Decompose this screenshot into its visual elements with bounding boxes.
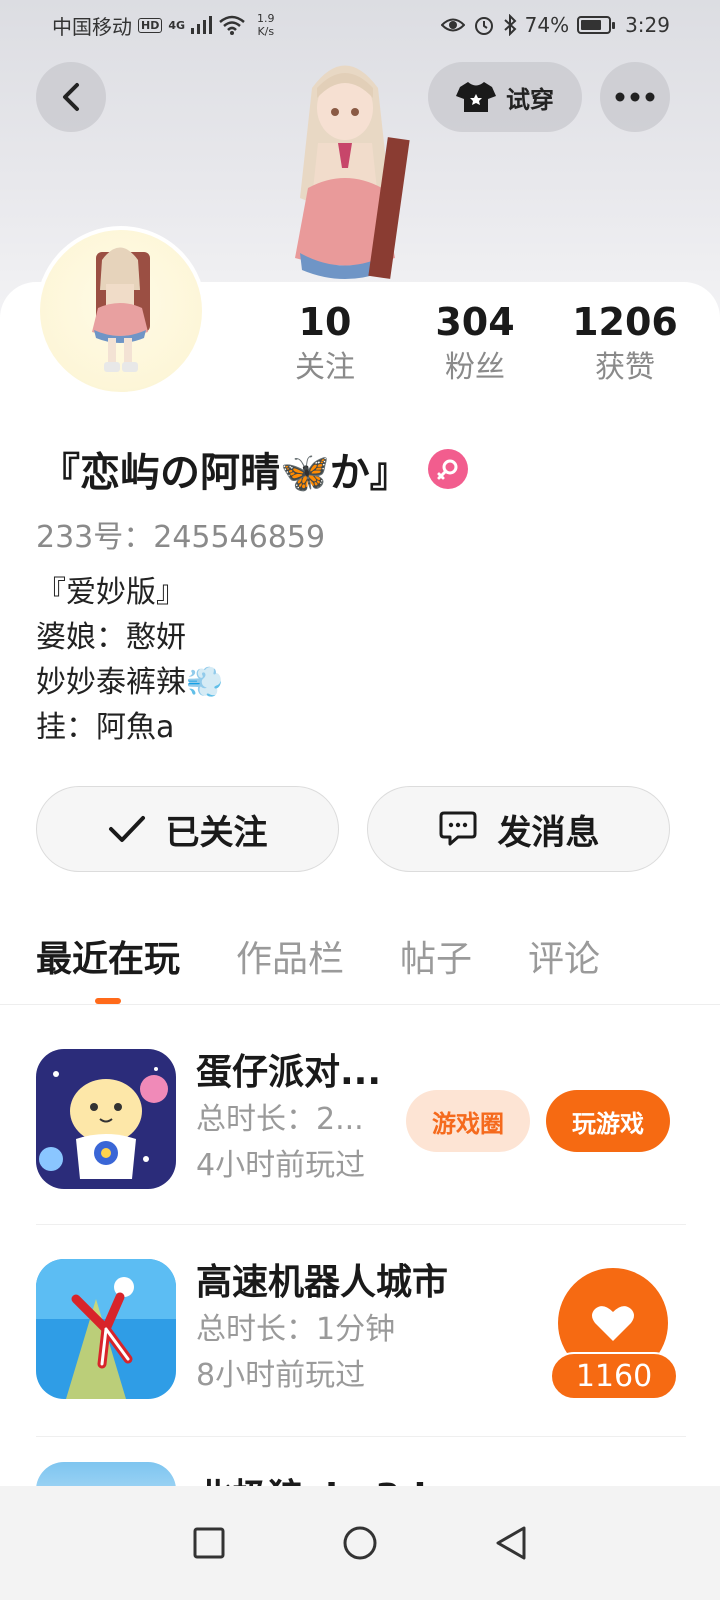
tab-recently-played[interactable]: 最近在玩	[36, 930, 180, 982]
stat-following[interactable]: 10 关注	[250, 298, 400, 390]
game-info: 蛋仔派对... 总时长：2... 4小时前玩过	[196, 1049, 392, 1189]
speed-value: 1.9	[257, 12, 275, 25]
profile-tabs: 最近在玩 作品栏 帖子 评论	[36, 930, 686, 982]
try-on-label: 试穿	[506, 85, 554, 114]
carrier-label: 中国移动	[52, 14, 132, 39]
following-count: 10	[298, 300, 352, 344]
username-row: 『恋屿の阿晴🦋か』	[40, 440, 468, 498]
tab-posts[interactable]: 帖子	[400, 930, 472, 982]
bio-line: 妙妙泰裤辣💨	[36, 665, 224, 700]
bio-line: 『爱妙版』	[36, 575, 186, 610]
check-icon	[108, 816, 145, 842]
followed-label: 已关注	[165, 812, 268, 853]
profile-stats: 10 关注 304 粉丝 1206 获赞	[250, 298, 700, 390]
wifi-icon	[219, 15, 245, 35]
bio-line: 挂：阿魚a	[36, 710, 175, 745]
game-info: 高速机器人城市 总时长：1分钟 8小时前玩过	[196, 1259, 536, 1399]
game-last-played: 4小时前玩过	[196, 1148, 366, 1183]
game-duration: 总时长：2...	[196, 1102, 364, 1137]
following-label: 关注	[295, 350, 355, 385]
system-nav-bar	[0, 1486, 720, 1600]
network-label: 4G	[168, 18, 186, 32]
chat-bubble-icon	[439, 811, 476, 846]
game-icon-robot-city[interactable]	[36, 1259, 176, 1399]
heart-icon	[592, 1306, 634, 1341]
like-count: 1160	[550, 1352, 678, 1400]
play-game-button[interactable]: 玩游戏	[546, 1090, 670, 1152]
game-title: 蛋仔派对...	[196, 1052, 382, 1093]
character-model	[260, 48, 430, 288]
network-speed: 1.9 K/s	[257, 12, 275, 38]
hd-badge: HD	[138, 17, 163, 33]
stat-likes[interactable]: 1206 获赞	[550, 298, 700, 390]
bio-line: 婆娘：憨妍	[36, 620, 186, 655]
followers-label: 粉丝	[445, 350, 505, 385]
clock: 3:29	[625, 13, 670, 37]
stat-followers[interactable]: 304 粉丝	[400, 298, 550, 390]
battery-icon	[577, 16, 616, 34]
row-divider	[36, 1436, 686, 1437]
tab-works[interactable]: 作品栏	[236, 930, 344, 982]
back-nav-icon[interactable]	[494, 1525, 528, 1561]
game-duration: 总时长：1分钟	[196, 1312, 396, 1347]
bluetooth-icon	[503, 14, 517, 36]
back-button[interactable]	[36, 62, 106, 132]
action-buttons: 已关注 发消息	[36, 786, 670, 872]
message-button[interactable]: 发消息	[367, 786, 670, 872]
followers-count: 304	[435, 300, 515, 344]
chevron-left-icon	[63, 83, 79, 111]
like-floating-button[interactable]: 1160	[548, 1268, 682, 1400]
female-icon	[427, 449, 468, 489]
more-button[interactable]	[600, 62, 670, 132]
try-on-button[interactable]: 试穿	[428, 62, 582, 132]
tabs-divider	[0, 1004, 720, 1005]
game-last-played: 8小时前玩过	[196, 1358, 366, 1393]
game-circle-button[interactable]: 游戏圈	[406, 1090, 530, 1152]
more-dots-icon	[615, 92, 655, 102]
user-id: 233号：245546859	[36, 520, 326, 555]
game-title: 高速机器人城市	[196, 1262, 449, 1303]
signal-icon	[191, 16, 213, 34]
likes-label: 获赞	[595, 350, 655, 385]
recent-apps-icon[interactable]	[192, 1526, 226, 1560]
speed-unit: K/s	[257, 25, 275, 38]
followed-button[interactable]: 已关注	[36, 786, 339, 872]
home-icon[interactable]	[342, 1525, 378, 1561]
likes-count: 1206	[572, 300, 678, 344]
bio: 『爱妙版』 婆娘：憨妍 妙妙泰裤辣💨 挂：阿魚a	[36, 570, 223, 750]
tshirt-icon	[456, 82, 496, 112]
game-icon-eggy-party[interactable]	[36, 1049, 176, 1189]
eye-icon	[440, 18, 465, 32]
row-divider	[36, 1224, 686, 1225]
battery-percent: 74%	[524, 13, 570, 37]
avatar[interactable]	[36, 226, 206, 396]
username: 『恋屿の阿晴🦋か』	[40, 450, 410, 496]
tab-comments[interactable]: 评论	[528, 930, 600, 982]
alarm-icon	[474, 17, 493, 35]
message-label: 发消息	[497, 812, 600, 853]
status-bar: 中国移动 HD 4G 1.9 K/s 74% 3:29	[0, 0, 720, 50]
